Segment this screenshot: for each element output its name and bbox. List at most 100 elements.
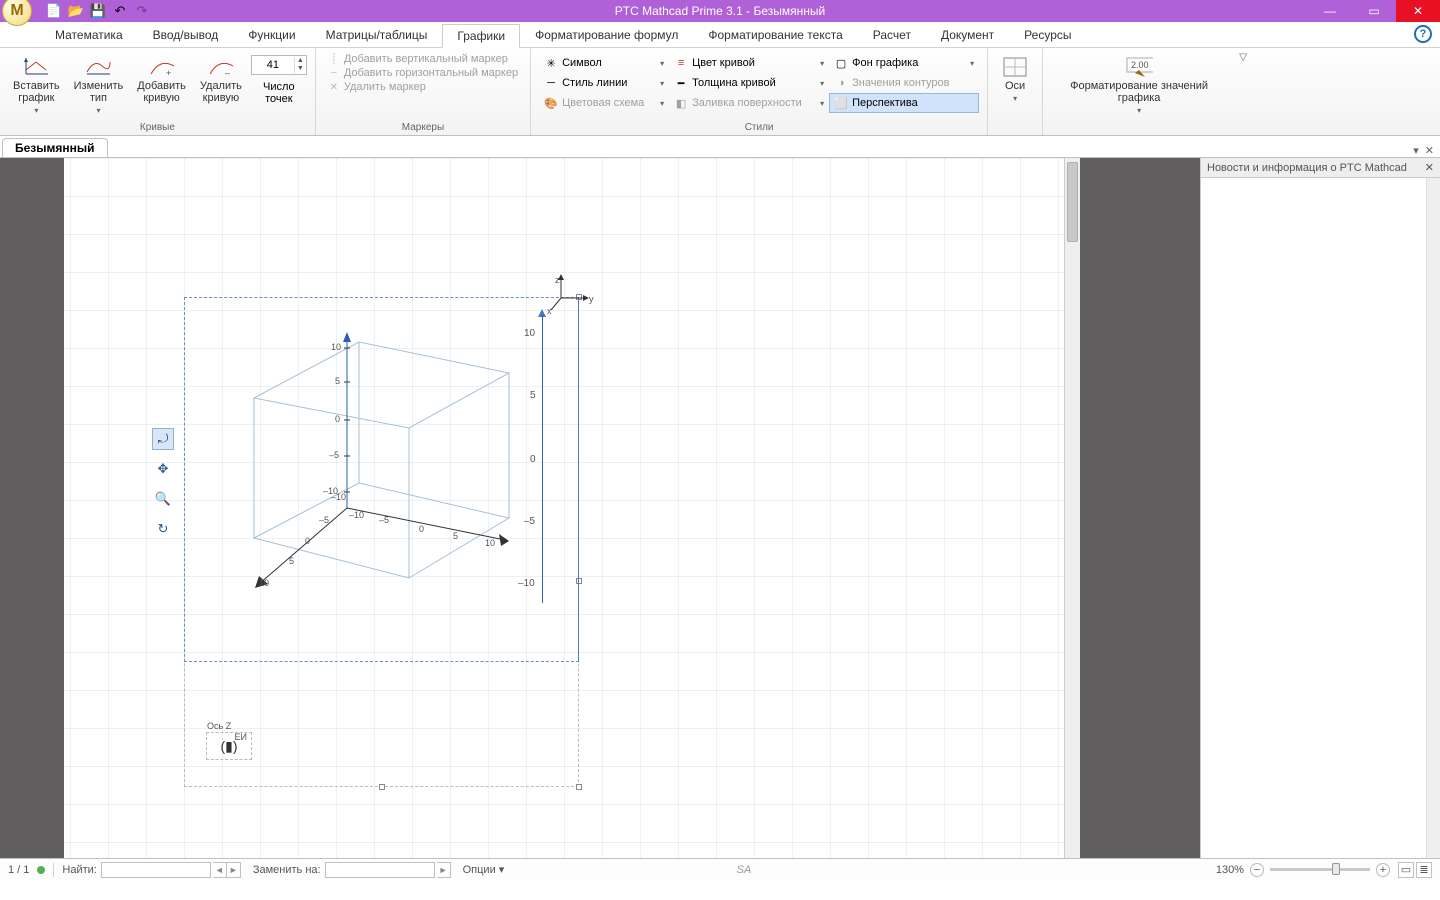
style-curve-color[interactable]: ≡Цвет кривой▾ xyxy=(669,53,829,73)
status-center-logo: SA xyxy=(737,864,752,876)
delete-marker[interactable]: ✕Удалить маркер xyxy=(328,81,518,93)
find-options[interactable]: Опции ▾ xyxy=(463,863,505,876)
style-color-scheme: 🎨Цветовая схема▾ xyxy=(539,93,669,113)
qat-save-icon[interactable]: 💾 xyxy=(90,3,106,19)
svg-text:–5: –5 xyxy=(319,515,329,525)
points-input[interactable] xyxy=(252,59,294,71)
tab-matrices[interactable]: Матрицы/таблицы xyxy=(311,23,443,47)
style-line-style[interactable]: ─Стиль линии▾ xyxy=(539,73,669,93)
find-input[interactable] xyxy=(101,862,211,878)
tab-format-text[interactable]: Форматирование текста xyxy=(693,23,857,47)
add-vertical-marker[interactable]: ┊Добавить вертикальный маркер xyxy=(328,53,518,65)
title-bar: M 📄 📂 💾 ↶ ↷ PTC Mathcad Prime 3.1 - Безы… xyxy=(0,0,1440,22)
svg-text:10: 10 xyxy=(331,342,341,352)
zoom-slider-track[interactable] xyxy=(1270,868,1370,871)
svg-text:0: 0 xyxy=(335,414,340,424)
tab-functions[interactable]: Функции xyxy=(233,23,310,47)
document-page[interactable]: zyx ⤾ ✥ 🔍 ↻ xyxy=(64,158,1064,858)
plot-z-unit-input[interactable]: ЕИ (▮) xyxy=(206,732,252,760)
close-button[interactable]: ✕ xyxy=(1396,0,1440,22)
status-bar: 1 / 1 Найти: ◄► Заменить на: ► Опции ▾ S… xyxy=(0,858,1440,880)
tab-math[interactable]: Математика xyxy=(40,23,138,47)
style-background[interactable]: ▢Фон графика▾ xyxy=(829,53,979,73)
plot-tool-zoom[interactable]: 🔍 xyxy=(152,488,174,510)
qat-new-icon[interactable]: 📄 xyxy=(46,3,62,19)
zoom-value: 130% xyxy=(1216,864,1244,876)
points-spinner[interactable]: ▲▼ xyxy=(251,55,307,75)
axes-button[interactable]: Оси ▾ xyxy=(994,51,1036,122)
qat-redo-icon[interactable]: ↷ xyxy=(134,3,150,19)
plot-tool-pan[interactable]: ✥ xyxy=(152,458,174,480)
doc-tab-dropdown[interactable]: ▾ xyxy=(1413,144,1419,157)
editor-viewport[interactable]: zyx ⤾ ✥ 🔍 ↻ xyxy=(0,158,1200,858)
tab-document[interactable]: Документ xyxy=(926,23,1009,47)
style-surface-fill: ◧Заливка поверхности▾ xyxy=(669,93,829,113)
insert-graph-button[interactable]: Вставить график ▾ xyxy=(6,51,67,122)
view-page-button[interactable]: ▭ xyxy=(1398,862,1414,878)
plot-axis-key: zyx xyxy=(547,272,601,316)
plot-tool-reset[interactable]: ↻ xyxy=(152,518,174,540)
help-button[interactable]: ? xyxy=(1414,25,1432,43)
svg-text:z: z xyxy=(555,275,560,285)
plot-tool-rotate[interactable]: ⤾ xyxy=(152,428,174,450)
tab-io[interactable]: Ввод/вывод xyxy=(138,23,234,47)
view-draft-button[interactable]: ≣ xyxy=(1416,862,1432,878)
find-prev[interactable]: ◄ xyxy=(213,862,227,878)
news-panel-close[interactable]: ✕ xyxy=(1425,161,1434,174)
qat-undo-icon[interactable]: ↶ xyxy=(112,3,128,19)
minimize-button[interactable]: — xyxy=(1308,0,1352,22)
replace-go[interactable]: ► xyxy=(437,862,451,878)
maximize-button[interactable]: ▭ xyxy=(1352,0,1396,22)
points-up[interactable]: ▲ xyxy=(297,57,304,65)
points-down[interactable]: ▼ xyxy=(297,65,304,73)
news-scrollbar[interactable] xyxy=(1426,178,1440,858)
find-label: Найти: xyxy=(62,864,96,876)
delete-curve-button[interactable]: – Удалить кривую xyxy=(193,51,249,122)
tab-calc[interactable]: Расчет xyxy=(858,23,926,47)
svg-text:–10: –10 xyxy=(331,492,346,502)
svg-text:10: 10 xyxy=(259,578,269,588)
zoom-slider-thumb[interactable] xyxy=(1332,863,1340,875)
zoom-in[interactable]: + xyxy=(1376,863,1390,877)
tab-resources[interactable]: Ресурсы xyxy=(1009,23,1086,47)
editor-scrollbar-v[interactable] xyxy=(1064,158,1080,858)
news-panel-title: Новости и информация о PTC Mathcad xyxy=(1207,162,1407,174)
plot-3d-cube[interactable]: 10 5 0 –5 –10 –10–50510 –10–50510 xyxy=(209,318,529,638)
plot-z-axis-label: Ось Z xyxy=(207,721,231,731)
tab-format-formulas[interactable]: Форматирование формул xyxy=(520,23,693,47)
format-values-button[interactable]: 2.00 Форматирование значений графика ▾ xyxy=(1049,51,1229,122)
svg-text:0: 0 xyxy=(305,536,310,546)
ribbon-group-format-values: 2.00 Форматирование значений графика ▾ xyxy=(1043,48,1235,135)
add-curve-button[interactable]: + Добавить кривую xyxy=(130,51,193,122)
zoom-out[interactable]: − xyxy=(1250,863,1264,877)
scrollbar-thumb[interactable] xyxy=(1067,162,1078,242)
change-type-button[interactable]: Изменить тип ▾ xyxy=(67,51,131,122)
document-tab[interactable]: Безымянный xyxy=(2,138,108,157)
group-label-styles: Стили xyxy=(537,122,981,133)
svg-text:–5: –5 xyxy=(379,515,389,525)
svg-text:5: 5 xyxy=(335,376,340,386)
plot-3d-region[interactable]: zyx ⤾ ✥ 🔍 ↻ xyxy=(184,278,944,788)
main-area: zyx ⤾ ✥ 🔍 ↻ xyxy=(0,158,1440,858)
svg-text:–5: –5 xyxy=(329,450,339,460)
svg-text:+: + xyxy=(166,68,171,78)
ribbon-collapse-button[interactable]: ▽ xyxy=(1235,48,1251,135)
qat-open-icon[interactable]: 📂 xyxy=(68,3,84,19)
find-next[interactable]: ► xyxy=(227,862,241,878)
style-line-width[interactable]: ━Толщина кривой▾ xyxy=(669,73,829,93)
svg-text:5: 5 xyxy=(289,556,294,566)
replace-input[interactable] xyxy=(325,862,435,878)
tab-graphics[interactable]: Графики xyxy=(442,24,520,48)
style-perspective[interactable]: ⬜Перспектива xyxy=(829,93,979,113)
status-page: 1 / 1 xyxy=(8,864,29,876)
resize-handle-b[interactable] xyxy=(379,784,385,790)
svg-text:–: – xyxy=(225,68,230,78)
resize-handle-br[interactable] xyxy=(576,784,582,790)
points-count: ▲▼ Число точек xyxy=(249,51,309,122)
ribbon-group-axes: Оси ▾ xyxy=(988,48,1043,135)
add-horizontal-marker[interactable]: ┄Добавить горизонтальный маркер xyxy=(328,67,518,79)
group-label-curves: Кривые xyxy=(6,122,309,133)
doc-tab-close[interactable]: ✕ xyxy=(1425,144,1434,157)
style-symbol[interactable]: ✳Символ▾ xyxy=(539,53,669,73)
ribbon-group-markers: ┊Добавить вертикальный маркер ┄Добавить … xyxy=(316,48,531,135)
